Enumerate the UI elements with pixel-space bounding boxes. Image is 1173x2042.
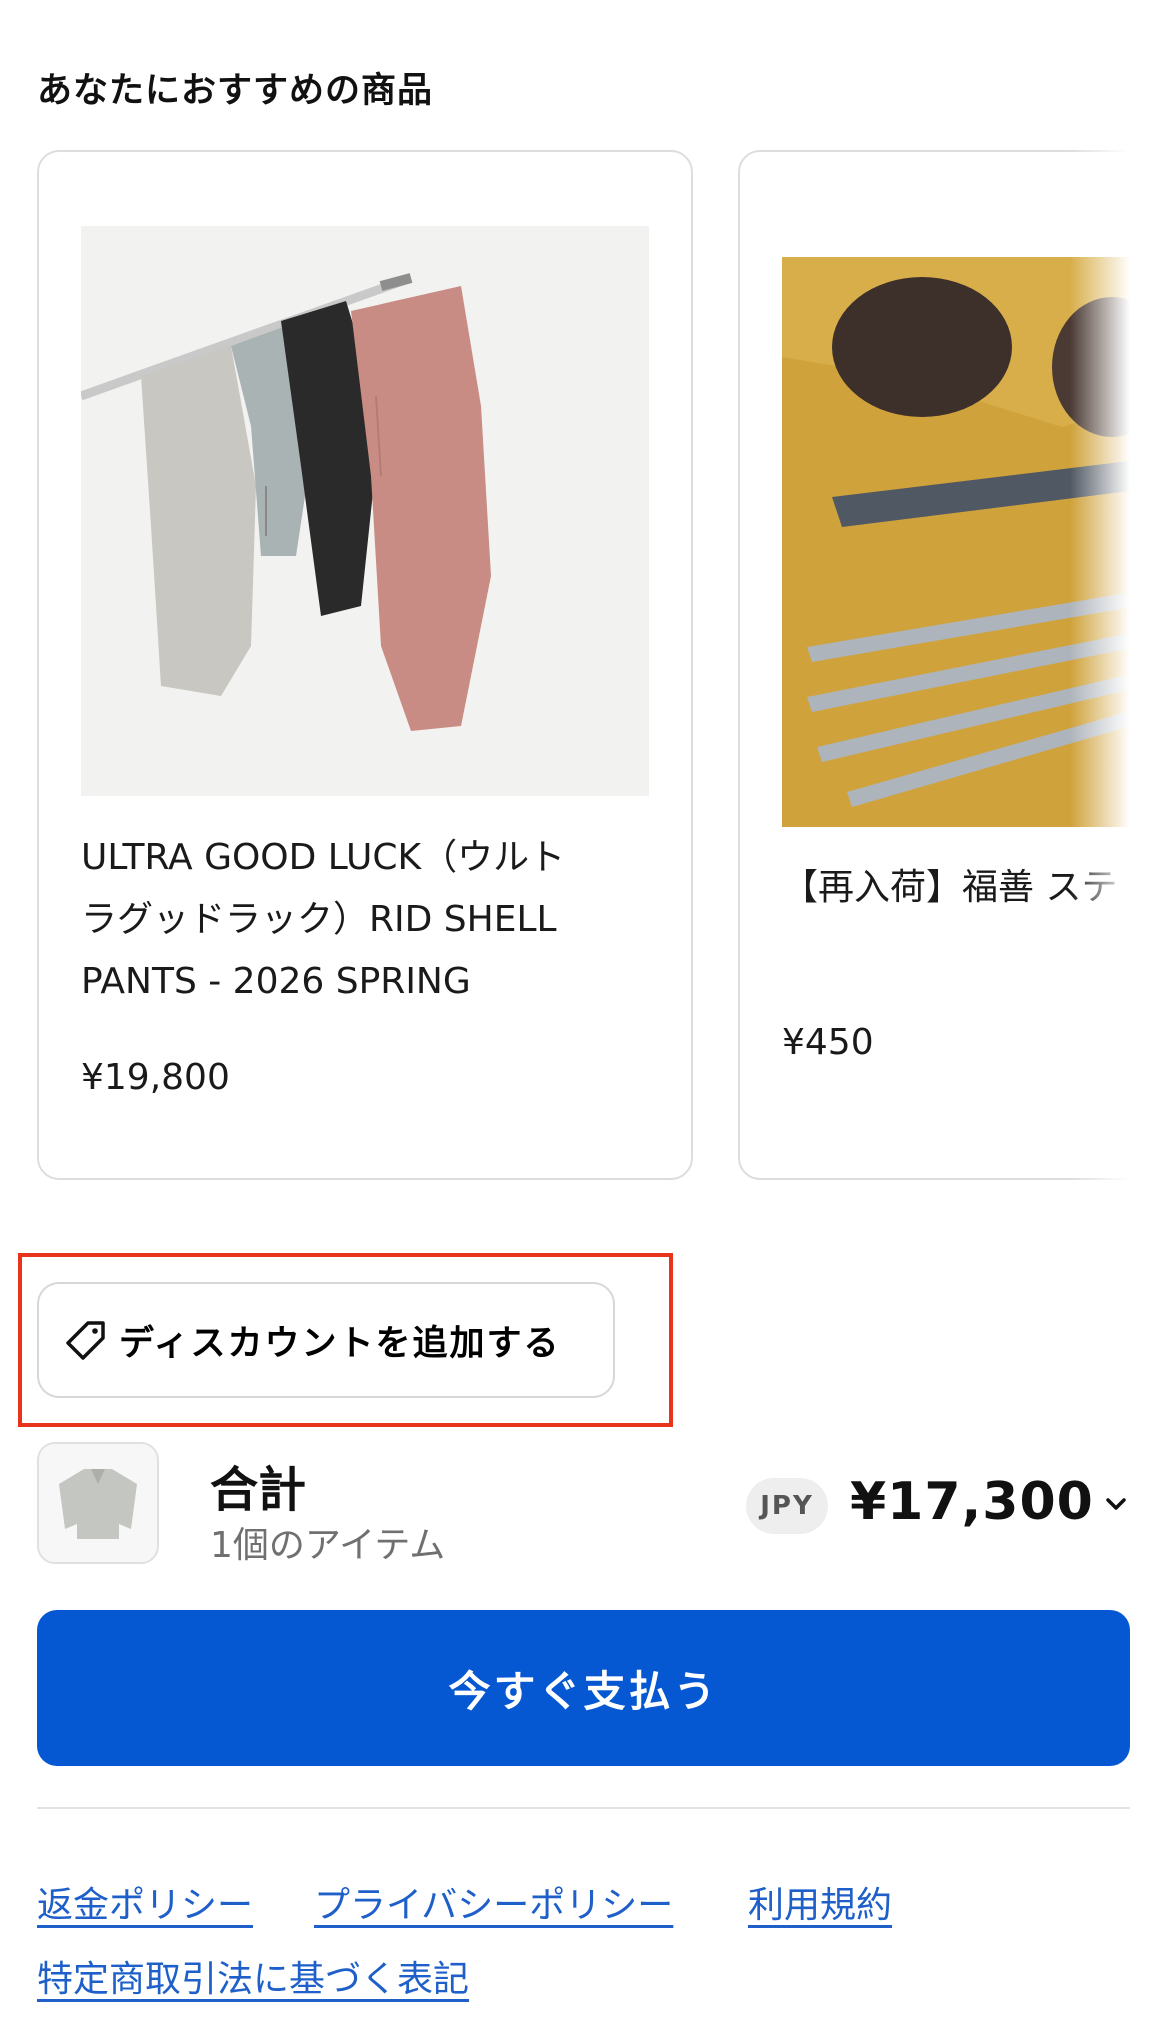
divider [37,1807,1130,1809]
currency-badge: JPY [746,1478,828,1534]
product-name[interactable]: ULTRA GOOD LUCK（ウルト ラグッドラック）RID SHELL PA… [81,827,651,1013]
tag-icon [63,1317,109,1363]
carousel-fade [1070,150,1130,1190]
product-image[interactable] [81,226,649,796]
cart-item-thumbnail [37,1442,159,1564]
recommendations-title: あなたにおすすめの商品 [37,71,434,111]
add-discount-button[interactable]: ディスカウントを追加する [37,1282,615,1398]
pay-now-button[interactable]: 今すぐ支払う [37,1610,1130,1766]
product-price: ¥450 [782,1022,874,1063]
terms-of-service-link[interactable]: 利用規約 [748,1876,892,1928]
total-amount: ¥17,300 [850,1472,1094,1532]
chevron-down-icon[interactable] [1102,1490,1130,1518]
item-count: 1個のアイテム [210,1525,446,1566]
refund-policy-link[interactable]: 返金ポリシー [37,1876,253,1928]
add-discount-label: ディスカウントを追加する [119,1323,561,1364]
product-price: ¥19,800 [81,1057,230,1098]
total-label: 合計 [210,1462,307,1518]
product-carousel[interactable]: ULTRA GOOD LUCK（ウルト ラグッドラック）RID SHELL PA… [0,150,1130,1190]
legal-notice-link[interactable]: 特定商取引法に基づく表記 [37,1950,469,2002]
product-card[interactable]: ULTRA GOOD LUCK（ウルト ラグッドラック）RID SHELL PA… [37,150,693,1180]
privacy-policy-link[interactable]: プライバシーポリシー [314,1876,673,1928]
